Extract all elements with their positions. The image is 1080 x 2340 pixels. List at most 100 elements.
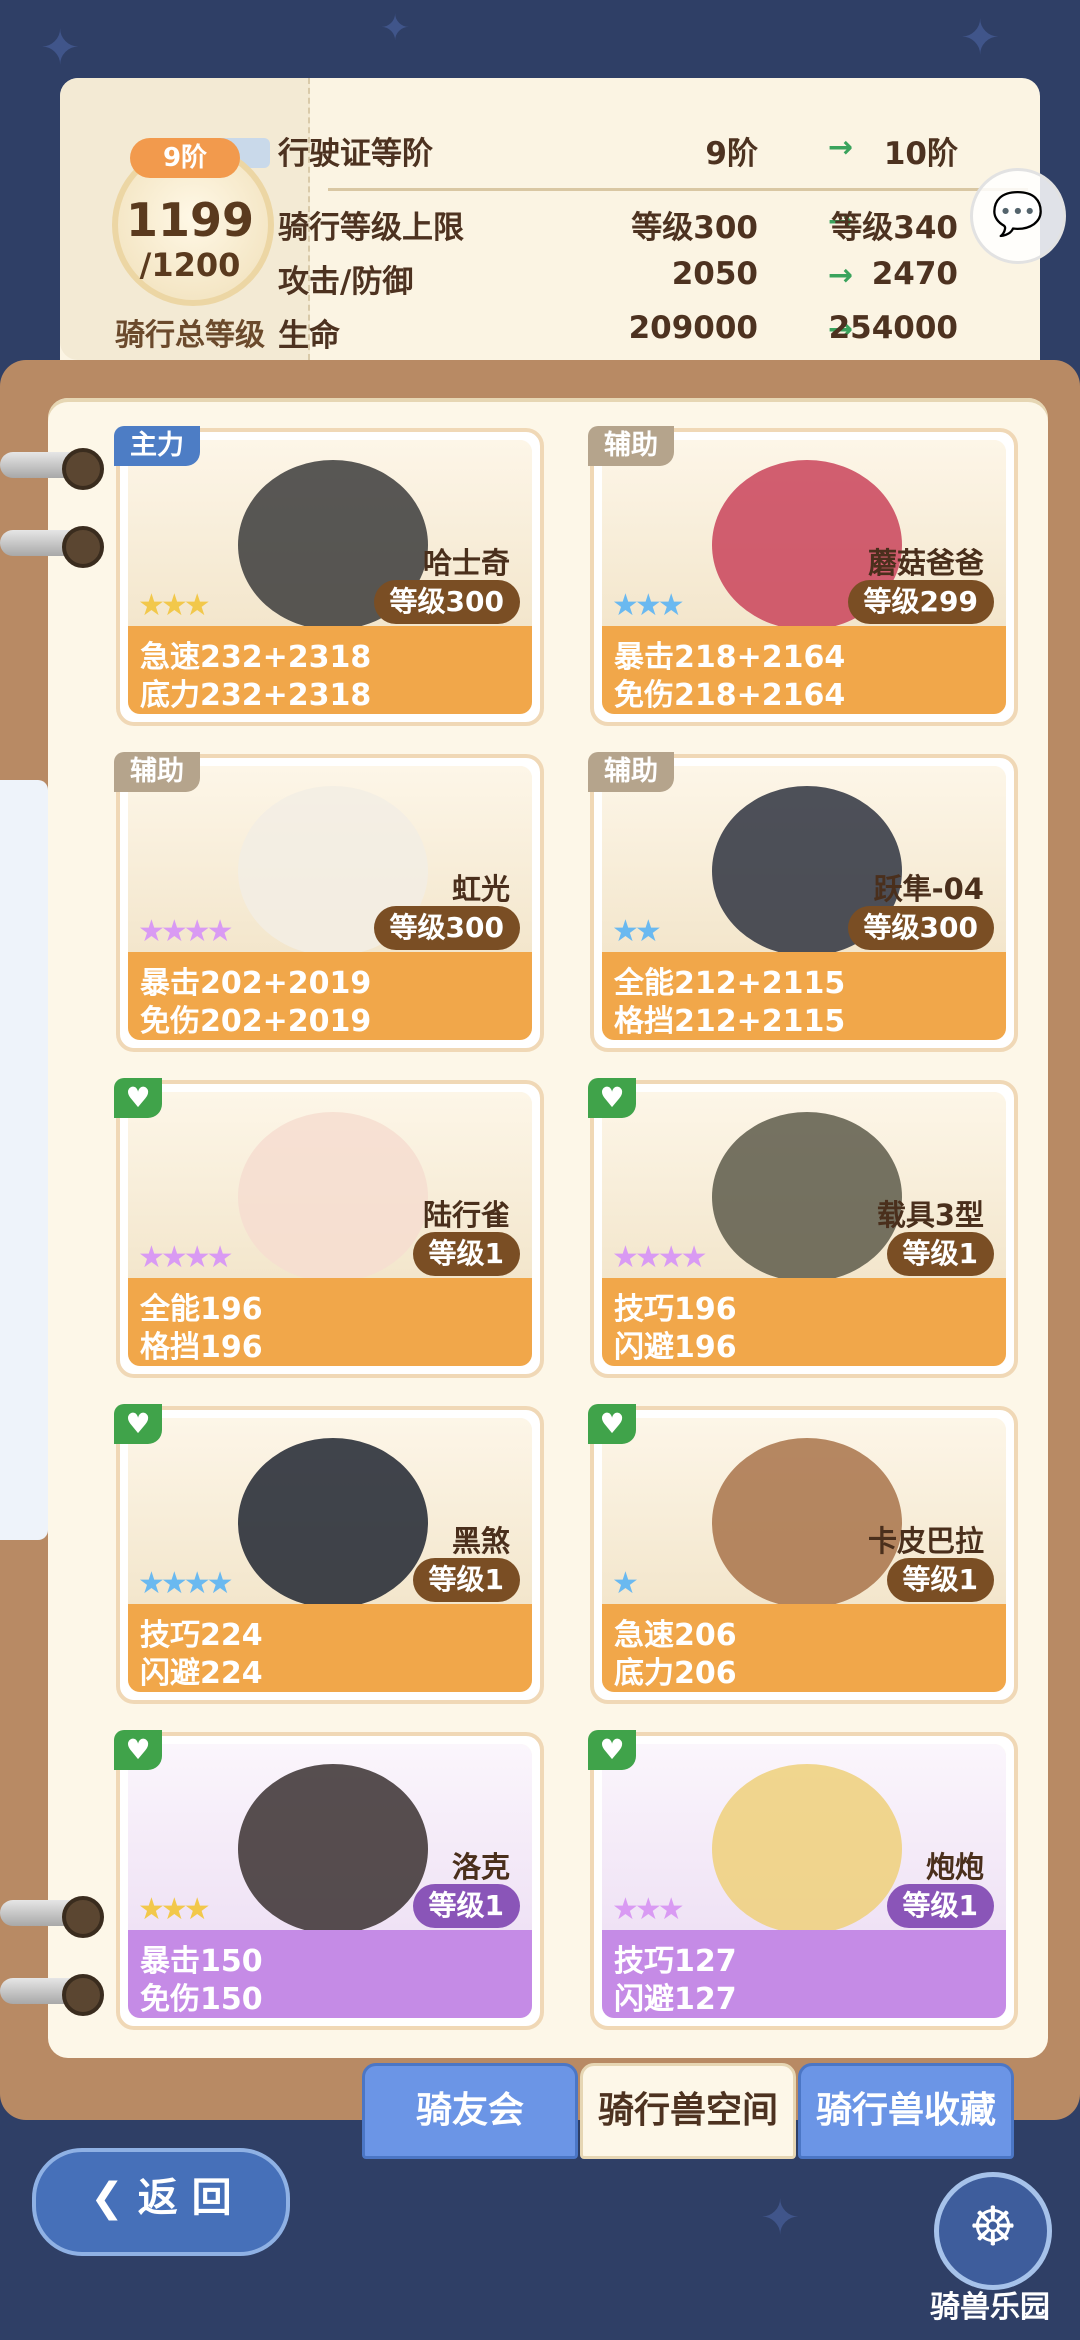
mount-card-inner: 急速206 底力206 卡皮巴拉 等级1 ★ <box>602 1418 1006 1692</box>
mount-level-badge: 等级1 <box>886 1558 994 1602</box>
mount-level-badge: 等级1 <box>412 1232 520 1276</box>
mount-level-badge: 等级299 <box>847 580 994 624</box>
mount-stat-panel: 技巧224 闪避224 <box>128 1604 532 1692</box>
mount-name: 跃隼-04 <box>873 872 984 906</box>
stat-current-value: 209000 <box>628 310 758 346</box>
stat-next-value: 10阶 <box>883 136 958 172</box>
mount-stat-secondary: 格挡212+2115 <box>614 1004 846 1039</box>
star-rating-icon: ★★★ <box>138 1892 211 1927</box>
mount-stat-panel: 技巧196 闪避196 <box>602 1278 1006 1366</box>
background-star-icon: ✦ <box>40 20 81 76</box>
binder-ring-cap <box>62 526 104 568</box>
mount-creature-illustration <box>238 1764 428 1934</box>
mount-name: 黑煞 <box>451 1524 510 1558</box>
stat-next-value: 2470 <box>871 256 958 292</box>
mount-card[interactable]: 技巧196 闪避196 载具3型 等级1 ★★★★ ♥ <box>588 1078 1018 1378</box>
mount-creature-illustration <box>712 1112 902 1282</box>
favorite-heart-icon: ♥ <box>588 1730 636 1770</box>
side-paper-sheet <box>0 780 48 1540</box>
mount-level-badge: 等级1 <box>886 1884 994 1928</box>
mount-card[interactable]: 技巧224 闪避224 黑煞 等级1 ★★★★ ♥ <box>114 1404 544 1704</box>
arrow-right-icon: → <box>828 258 854 293</box>
mount-name: 载具3型 <box>876 1198 984 1232</box>
stat-label: 行驶证等阶 <box>278 136 433 172</box>
stat-row: 攻击/防御 2050 → 2470 <box>278 256 998 302</box>
star-rating-icon: ★★★★ <box>138 1566 234 1601</box>
star-rating-icon: ★★★★ <box>612 1240 708 1275</box>
mount-stat-secondary: 闪避196 <box>614 1330 737 1365</box>
mount-card-inner: 暴击202+2019 免伤202+2019 虹光 等级300 ★★★★ <box>128 766 532 1040</box>
mount-name: 虹光 <box>451 872 510 906</box>
tier-pill: 9阶 <box>130 138 240 178</box>
mount-card[interactable]: 急速232+2318 底力232+2318 哈士奇 等级300 ★★★ 主力 <box>114 426 544 726</box>
mount-card[interactable]: 暴击202+2019 免伤202+2019 虹光 等级300 ★★★★ 辅助 <box>114 752 544 1052</box>
mount-card-inner: 暴击218+2164 免伤218+2164 蘑菇爸爸 等级299 ★★★ <box>602 440 1006 714</box>
favorite-heart-icon: ♥ <box>114 1404 162 1444</box>
star-rating-icon: ★★★ <box>612 588 685 623</box>
back-arrow-icon: ❮ <box>90 2175 138 2221</box>
mount-card-inner: 急速232+2318 底力232+2318 哈士奇 等级300 ★★★ <box>128 440 532 714</box>
back-button-label: 返 回 <box>137 2175 232 2221</box>
mount-card-inner: 暴击150 免伤150 洛克 等级1 ★★★ <box>128 1744 532 2018</box>
mount-level-badge: 等级1 <box>412 1558 520 1602</box>
mount-stat-panel: 全能196 格挡196 <box>128 1278 532 1366</box>
star-rating-icon: ★★★ <box>612 1892 685 1927</box>
star-rating-icon: ★★★★ <box>138 1240 234 1275</box>
mount-name: 蘑菇爸爸 <box>867 546 984 580</box>
mount-creature-illustration <box>712 1764 902 1934</box>
mount-level-badge: 等级300 <box>373 580 520 624</box>
stat-divider <box>328 188 1028 191</box>
background-star-icon: ✦ <box>380 8 411 49</box>
stat-current-value: 等级300 <box>631 210 758 246</box>
stat-label: 骑行等级上限 <box>278 210 464 246</box>
favorite-heart-icon: ♥ <box>114 1078 162 1118</box>
mount-stat-panel: 技巧127 闪避127 <box>602 1930 1006 2018</box>
mount-card[interactable]: 技巧127 闪避127 炮炮 等级1 ★★★ ♥ <box>588 1730 1018 2030</box>
mount-name: 哈士奇 <box>422 546 510 580</box>
stat-current-value: 9阶 <box>705 136 758 172</box>
favorite-heart-icon: ♥ <box>588 1078 636 1118</box>
mount-park-label[interactable]: 骑兽乐园 <box>910 2282 1070 2326</box>
role-tag: 辅助 <box>114 752 200 792</box>
mount-stat-secondary: 免伤218+2164 <box>614 678 846 713</box>
stat-label: 攻击/防御 <box>278 264 414 300</box>
mount-level-badge: 等级1 <box>412 1884 520 1928</box>
mount-card-inner: 全能196 格挡196 陆行雀 等级1 ★★★★ <box>128 1092 532 1366</box>
mount-card[interactable]: 急速206 底力206 卡皮巴拉 等级1 ★ ♥ <box>588 1404 1018 1704</box>
stat-next-value: 等级340 <box>831 210 958 246</box>
chat-bubble-icon[interactable]: 💬 <box>970 168 1066 264</box>
tab-rider-club[interactable]: 骑友会 <box>362 2063 578 2159</box>
favorite-heart-icon: ♥ <box>588 1404 636 1444</box>
total-level-value: 1199 <box>125 193 255 247</box>
mount-stat-secondary: 闪避127 <box>614 1982 737 2017</box>
mount-card[interactable]: 暴击150 免伤150 洛克 等级1 ★★★ ♥ <box>114 1730 544 2030</box>
mount-card[interactable]: 全能196 格挡196 陆行雀 等级1 ★★★★ ♥ <box>114 1078 544 1378</box>
star-rating-icon: ★★★ <box>138 588 211 623</box>
binder-ring-cap <box>62 1974 104 2016</box>
mount-level-badge: 等级300 <box>373 906 520 950</box>
mount-stat-secondary: 底力232+2318 <box>140 678 372 713</box>
arrow-right-icon: → <box>828 130 854 165</box>
star-rating-icon: ★★ <box>612 914 662 949</box>
mount-card[interactable]: 暴击218+2164 免伤218+2164 蘑菇爸爸 等级299 ★★★ 辅助 <box>588 426 1018 726</box>
mount-level-badge: 等级300 <box>847 906 994 950</box>
mount-card-inner: 技巧127 闪避127 炮炮 等级1 ★★★ <box>602 1744 1006 2018</box>
mount-name: 卡皮巴拉 <box>867 1524 984 1558</box>
tab-mount-collection[interactable]: 骑行兽收藏 <box>798 2063 1014 2159</box>
star-rating-icon: ★★★★ <box>138 914 234 949</box>
ferris-wheel-icon[interactable]: ☸ <box>934 2172 1052 2290</box>
mount-card[interactable]: 全能212+2115 格挡212+2115 跃隼-04 等级300 ★★ 辅助 <box>588 752 1018 1052</box>
favorite-heart-icon: ♥ <box>114 1730 162 1770</box>
role-tag: 辅助 <box>588 426 674 466</box>
mount-stat-secondary: 闪避224 <box>140 1656 263 1691</box>
mount-stat-panel: 暴击218+2164 免伤218+2164 <box>602 626 1006 714</box>
tab-mount-space[interactable]: 骑行兽空间 <box>580 2063 796 2159</box>
back-button[interactable]: ❮ 返 回 <box>32 2148 290 2256</box>
mount-stat-panel: 急速232+2318 底力232+2318 <box>128 626 532 714</box>
binder-ring-cap <box>62 448 104 490</box>
binder-ring-cap <box>62 1896 104 1938</box>
total-level-caption: 骑行总等级 <box>115 318 265 353</box>
background-star-icon: ✦ <box>760 2190 801 2246</box>
stat-row: 生命 209000 → 254000 <box>278 310 998 356</box>
role-tag: 辅助 <box>588 752 674 792</box>
